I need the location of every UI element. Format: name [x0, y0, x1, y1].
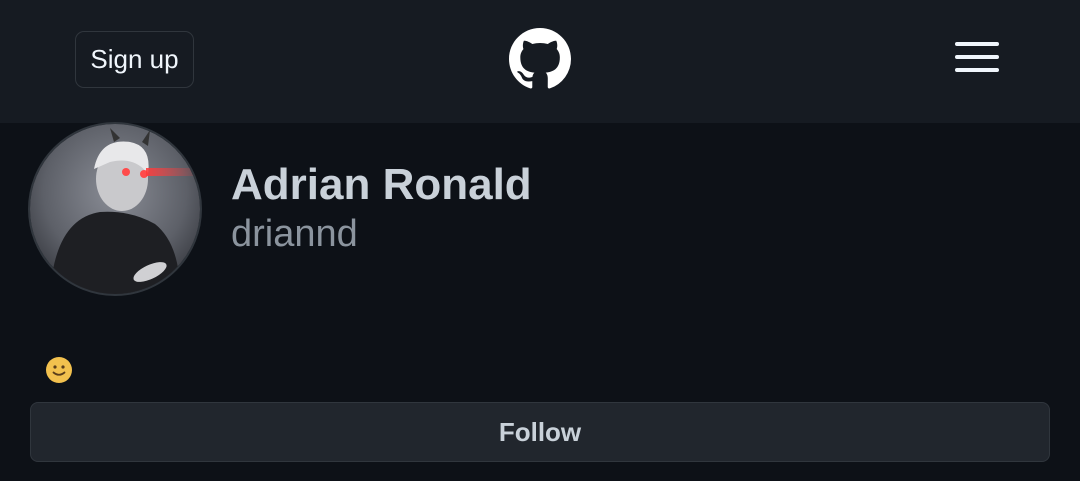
- github-logo-icon[interactable]: [509, 28, 571, 90]
- app-header: Sign up: [0, 0, 1080, 123]
- avatar-image: [30, 124, 200, 294]
- hamburger-menu-icon[interactable]: [955, 42, 999, 74]
- avatar[interactable]: [28, 122, 202, 296]
- profile-display-name: Adrian Ronald: [231, 160, 532, 209]
- profile-username: driannd: [231, 213, 358, 255]
- slightly-smiling-face-icon[interactable]: [45, 356, 73, 384]
- follow-button[interactable]: Follow: [30, 402, 1050, 462]
- sign-up-button[interactable]: Sign up: [75, 31, 194, 88]
